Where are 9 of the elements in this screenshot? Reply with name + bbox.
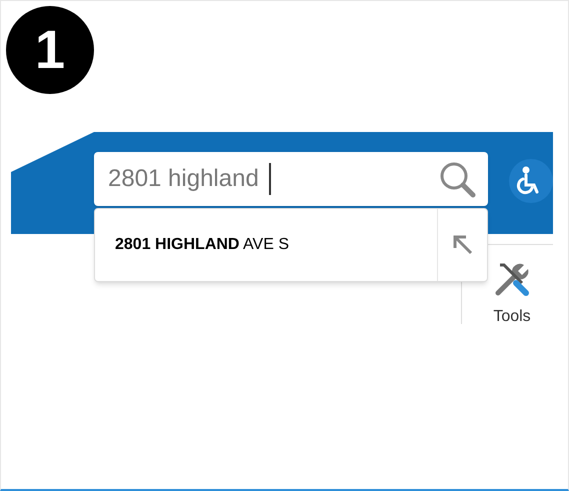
search-icon[interactable]	[438, 160, 476, 198]
accessibility-icon[interactable]	[509, 159, 553, 203]
step-badge: 1	[6, 6, 94, 94]
tools-button[interactable]: Tools	[493, 305, 531, 329]
suggestion-item[interactable]: 2801 HIGHLAND AVE S	[115, 233, 289, 257]
search-value: 2801 highland	[108, 164, 259, 194]
search-field[interactable]: 2801 highland	[94, 152, 488, 206]
arrow-icon[interactable]	[450, 233, 474, 257]
text-cursor	[268, 163, 271, 195]
